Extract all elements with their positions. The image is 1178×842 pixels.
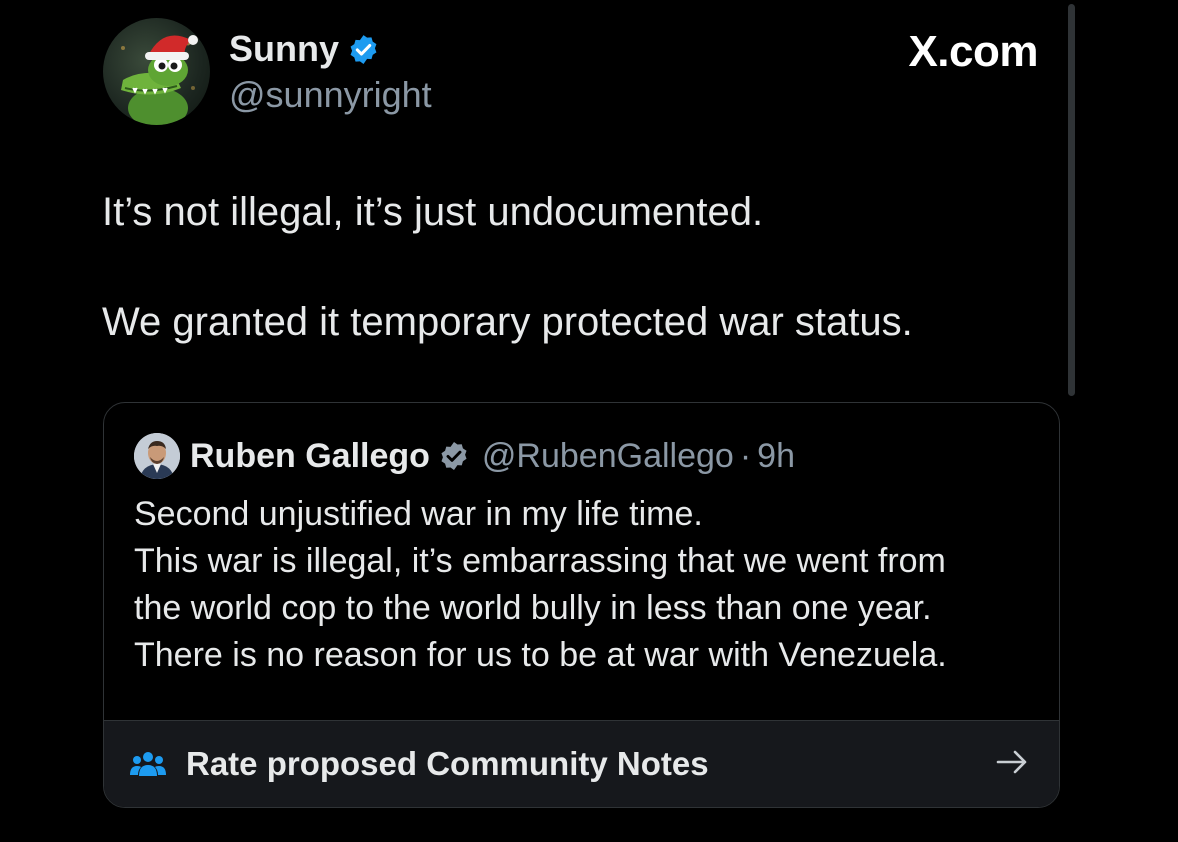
quoted-author-name[interactable]: Ruben Gallego: [190, 437, 430, 476]
quoted-post-timestamp[interactable]: 9h: [757, 437, 795, 476]
rate-community-notes-button[interactable]: Rate proposed Community Notes: [104, 720, 1059, 807]
quoted-post-line: the world cop to the world bully in less…: [134, 589, 932, 627]
author-name-row: Sunny: [229, 28, 380, 70]
community-notes-label: Rate proposed Community Notes: [186, 745, 709, 782]
quoted-author-handle[interactable]: @RubenGallego: [482, 437, 734, 476]
author-name[interactable]: Sunny: [229, 28, 339, 70]
post-paragraph: It’s not illegal, it’s just undocumented…: [102, 190, 764, 234]
quoted-post-line: Second unjustified war in my life time.: [134, 495, 703, 533]
post-paragraph: We granted it temporary protected war st…: [102, 300, 913, 344]
quoted-post-text: Second unjustified war in my life time. …: [134, 491, 1034, 679]
separator-dot: ·: [739, 436, 752, 475]
brand-logo-text: X.com: [908, 27, 1038, 76]
verified-badge-icon: [347, 33, 380, 66]
quoted-post-line: This war is illegal, it’s embarrassing t…: [134, 542, 946, 580]
people-icon: [130, 749, 166, 779]
author-avatar[interactable]: [103, 18, 210, 125]
scrollbar[interactable]: [1068, 4, 1075, 396]
quoted-post-card[interactable]: Ruben Gallego @RubenGallego · 9h Second …: [103, 402, 1060, 808]
verified-badge-icon: [438, 440, 470, 472]
quoted-post-line: There is no reason for us to be at war w…: [134, 636, 947, 674]
post-text: It’s not illegal, it’s just undocumented…: [102, 186, 1052, 348]
arrow-right-icon: [995, 745, 1029, 779]
quoted-post-header: Ruben Gallego @RubenGallego · 9h: [134, 433, 795, 479]
author-handle[interactable]: @sunnyright: [229, 74, 432, 116]
quoted-author-avatar[interactable]: [134, 433, 180, 479]
